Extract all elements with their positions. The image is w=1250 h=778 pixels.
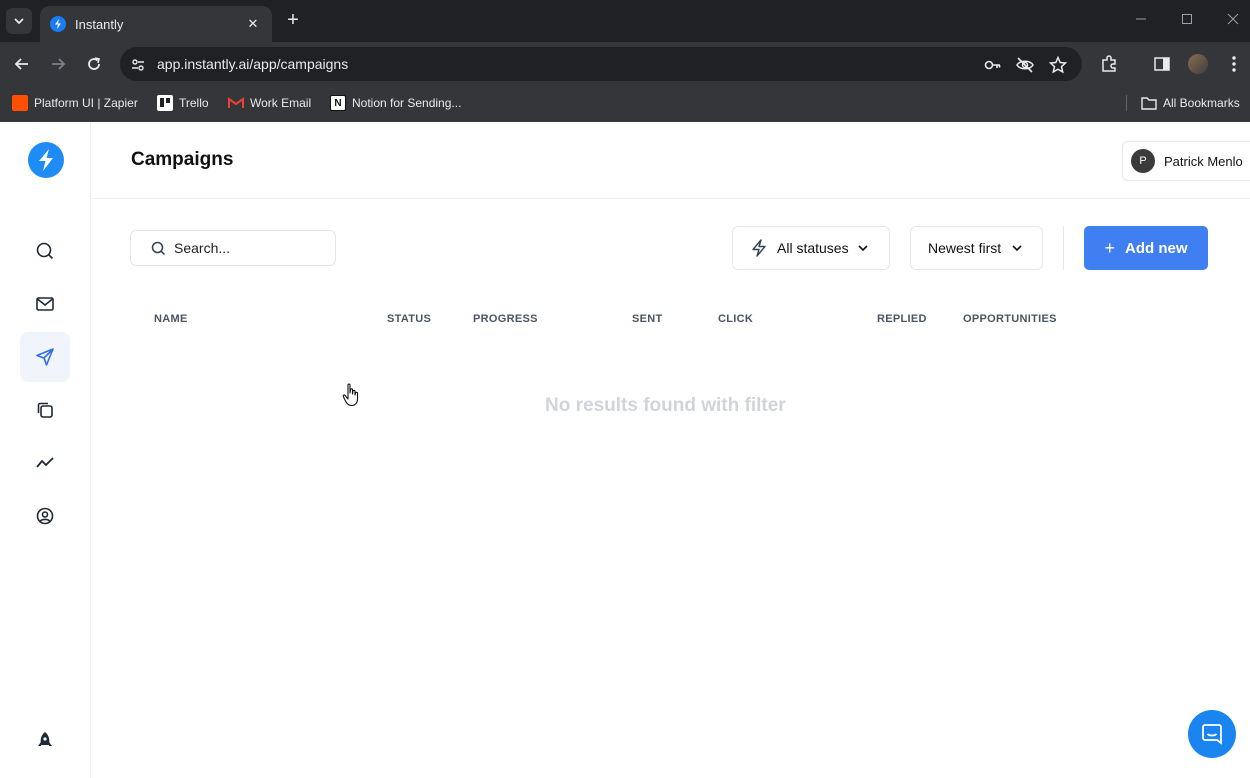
- chevron-down-icon: [14, 18, 24, 25]
- bookmarks-divider: [1126, 95, 1127, 111]
- bookmark-zapier[interactable]: Platform UI | Zapier: [12, 93, 138, 113]
- bookmark-label: Notion for Sending...: [352, 96, 462, 110]
- search-icon: [36, 242, 54, 260]
- bookmark-work-email[interactable]: Work Email: [228, 93, 311, 113]
- search-input[interactable]: [174, 240, 324, 256]
- bookmarks-bar: Platform UI | Zapier Trello Work Email N…: [0, 85, 1250, 122]
- lightning-icon: [752, 239, 766, 257]
- star-icon[interactable]: [1048, 55, 1068, 75]
- app-root: Campaigns P Patrick Menlo All statuses N…: [0, 122, 1250, 778]
- chart-line-icon: [36, 457, 54, 468]
- search-icon: [151, 241, 166, 255]
- column-header-opportunities: OPPORTUNITIES: [963, 313, 1057, 325]
- sidebar-item-rocket[interactable]: [20, 716, 70, 766]
- user-menu[interactable]: P Patrick Menlo: [1122, 141, 1250, 181]
- bookmark-label: Platform UI | Zapier: [34, 96, 138, 110]
- key-icon[interactable]: [983, 55, 1003, 75]
- reload-button[interactable]: [82, 52, 106, 76]
- status-filter-dropdown[interactable]: All statuses: [732, 226, 890, 270]
- user-circle-icon: [36, 507, 54, 525]
- chat-icon: [1202, 724, 1222, 745]
- browser-toolbar: app.instantly.ai/app/campaigns: [0, 42, 1250, 85]
- sidebar: [0, 122, 91, 778]
- sidebar-item-unibox[interactable]: [20, 279, 70, 329]
- new-tab-button[interactable]: +: [282, 10, 304, 32]
- reload-icon: [88, 57, 100, 70]
- column-header-progress: PROGRESS: [473, 313, 538, 325]
- column-header-status: STATUS: [387, 313, 432, 325]
- column-header-click: CLICK: [718, 313, 754, 325]
- extensions-icon[interactable]: [1097, 52, 1121, 76]
- sidebar-item-search[interactable]: [20, 226, 70, 276]
- bookmark-notion[interactable]: N Notion for Sending...: [330, 93, 461, 113]
- side-panel-icon[interactable]: [1150, 52, 1174, 76]
- copy-icon: [37, 402, 53, 418]
- add-new-button[interactable]: + Add new: [1084, 226, 1208, 270]
- browser-tab-instantly[interactable]: Instantly ✕: [40, 6, 272, 42]
- add-new-label: Add new: [1125, 239, 1188, 257]
- chat-support-button[interactable]: [1188, 710, 1236, 758]
- status-filter-label: All statuses: [777, 240, 849, 256]
- trello-icon: [157, 95, 173, 111]
- sidebar-item-campaigns[interactable]: [20, 332, 70, 382]
- all-bookmarks[interactable]: All Bookmarks: [1141, 93, 1240, 113]
- tab-search-button[interactable]: [6, 8, 32, 34]
- eye-off-icon[interactable]: [1015, 55, 1035, 75]
- minimize-icon[interactable]: [1135, 12, 1147, 28]
- bookmark-trello[interactable]: Trello: [157, 93, 209, 113]
- bookmark-label: Work Email: [250, 96, 312, 110]
- sidebar-item-analytics[interactable]: [20, 438, 70, 488]
- all-bookmarks-label: All Bookmarks: [1163, 96, 1240, 110]
- sort-dropdown[interactable]: Newest first: [910, 226, 1043, 270]
- chevron-down-icon: [858, 245, 868, 252]
- column-header-sent: SENT: [632, 313, 663, 325]
- column-header-name: NAME: [154, 313, 188, 325]
- profile-avatar[interactable]: [1186, 52, 1210, 76]
- arrow-left-icon: [14, 58, 28, 70]
- tab-title: Instantly: [75, 16, 124, 32]
- send-icon: [36, 348, 54, 366]
- toolbar-divider: [1063, 226, 1064, 270]
- zapier-icon: [12, 95, 28, 111]
- sidebar-item-account[interactable]: [20, 491, 70, 541]
- sidebar-item-templates[interactable]: [20, 385, 70, 435]
- sort-label: Newest first: [928, 240, 1002, 256]
- instantly-logo-icon[interactable]: [28, 142, 64, 178]
- maximize-icon[interactable]: [1181, 12, 1193, 28]
- page-title: Campaigns: [131, 149, 234, 170]
- url-text: app.instantly.ai/app/campaigns: [157, 56, 349, 72]
- tab-close-icon[interactable]: ✕: [244, 16, 262, 32]
- site-settings-icon[interactable]: [128, 55, 148, 75]
- search-field[interactable]: [130, 230, 336, 266]
- arrow-right-icon: [52, 58, 66, 70]
- instantly-favicon-icon: [50, 16, 66, 32]
- notion-icon: N: [330, 95, 346, 111]
- address-bar[interactable]: app.instantly.ai/app/campaigns: [120, 47, 1082, 81]
- plus-icon: +: [1104, 237, 1115, 258]
- gmail-icon: [228, 95, 244, 111]
- avatar: P: [1131, 149, 1155, 173]
- empty-state-message: No results found with filter: [545, 395, 786, 416]
- user-name: Patrick Menlo: [1164, 153, 1243, 169]
- hand-cursor-icon: [342, 383, 359, 407]
- bookmark-label: Trello: [179, 96, 209, 110]
- browser-tabstrip: Instantly ✕ +: [0, 0, 1250, 42]
- page-header: Campaigns P Patrick Menlo: [91, 122, 1250, 199]
- forward-button[interactable]: [46, 52, 70, 76]
- chevron-down-icon: [1012, 245, 1022, 252]
- more-menu-icon[interactable]: [1222, 52, 1246, 76]
- folder-icon: [1141, 95, 1157, 111]
- rocket-icon: [38, 732, 52, 746]
- window-close-icon[interactable]: [1227, 12, 1239, 28]
- back-button[interactable]: [10, 52, 34, 76]
- column-header-replied: REPLIED: [877, 313, 927, 325]
- mail-icon: [36, 297, 54, 311]
